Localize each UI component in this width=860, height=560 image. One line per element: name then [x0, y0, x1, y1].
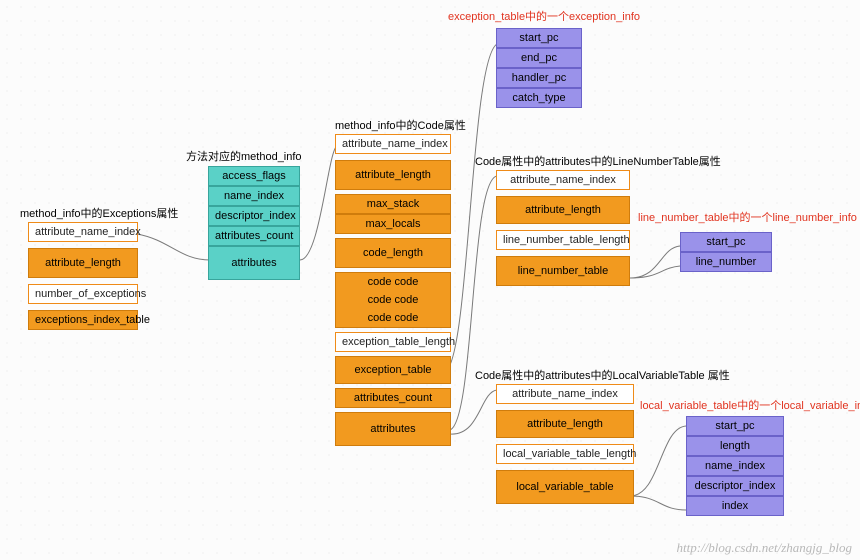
exceptions-attr-length: attribute_length [28, 248, 138, 278]
exception-info-start-pc: start_pc [496, 28, 582, 48]
exceptions-number-of-exceptions: number_of_exceptions [28, 284, 138, 304]
code-max-stack: max_stack [335, 194, 451, 214]
code-bytes-3: code code [335, 309, 451, 328]
code-exception-table: exception_table [335, 356, 451, 384]
code-attr-length: attribute_length [335, 160, 451, 190]
method-info-descriptor-index: descriptor_index [208, 206, 300, 226]
lnt-attr-name-index: attribute_name_index [496, 170, 630, 190]
block-lnt: attribute_name_index attribute_length li… [496, 170, 630, 286]
method-info-name-index: name_index [208, 186, 300, 206]
exception-info-handler-pc: handler_pc [496, 68, 582, 88]
lv-info-length: length [686, 436, 784, 456]
line-number-info-start-pc: start_pc [680, 232, 772, 252]
block-method-info: access_flags name_index descriptor_index… [208, 166, 300, 280]
exceptions-index-table: exceptions_index_table [28, 310, 138, 330]
block-local-variable-info: start_pc length name_index descriptor_in… [686, 416, 784, 516]
title-lnt: Code属性中的attributes中的LineNumberTable属性 [475, 153, 721, 169]
code-exception-table-length: exception_table_length [335, 332, 451, 352]
block-exceptions-attr: attribute_name_index attribute_length nu… [28, 222, 138, 330]
title-local-variable-info: local_variable_table中的一个local_variable_i… [640, 397, 860, 413]
lvt-table: local_variable_table [496, 470, 634, 504]
title-code-attr: method_info中的Code属性 [335, 117, 466, 133]
code-attr-name-index: attribute_name_index [335, 134, 451, 154]
method-info-access-flags: access_flags [208, 166, 300, 186]
lv-info-name-index: name_index [686, 456, 784, 476]
lv-info-start-pc: start_pc [686, 416, 784, 436]
block-line-number-info: start_pc line_number [680, 232, 772, 272]
lv-info-index: index [686, 496, 784, 516]
code-max-locals: max_locals [335, 214, 451, 234]
title-lvt: Code属性中的attributes中的LocalVariableTable 属… [475, 367, 730, 383]
exceptions-attr-name-index: attribute_name_index [28, 222, 138, 242]
block-code-attr: attribute_name_index attribute_length ma… [335, 134, 451, 446]
title-exception-info: exception_table中的一个exception_info [448, 8, 640, 24]
code-attributes-count: attributes_count [335, 388, 451, 408]
lv-info-descriptor-index: descriptor_index [686, 476, 784, 496]
lvt-length: local_variable_table_length [496, 444, 634, 464]
code-length: code_length [335, 238, 451, 268]
lnt-length: line_number_table_length [496, 230, 630, 250]
lvt-attr-length: attribute_length [496, 410, 634, 438]
exception-info-end-pc: end_pc [496, 48, 582, 68]
exception-info-catch-type: catch_type [496, 88, 582, 108]
method-info-attributes-count: attributes_count [208, 226, 300, 246]
block-lvt: attribute_name_index attribute_length lo… [496, 384, 634, 504]
code-attributes: attributes [335, 412, 451, 446]
method-info-attributes: attributes [208, 246, 300, 280]
line-number-info-line-number: line_number [680, 252, 772, 272]
lnt-table: line_number_table [496, 256, 630, 286]
title-exceptions-attr: method_info中的Exceptions属性 [20, 205, 178, 221]
code-bytes-1: code code [335, 272, 451, 291]
watermark: http://blog.csdn.net/zhangjg_blog [677, 540, 853, 556]
lnt-attr-length: attribute_length [496, 196, 630, 224]
block-exception-info: start_pc end_pc handler_pc catch_type [496, 28, 582, 108]
code-bytes-2: code code [335, 291, 451, 309]
lvt-attr-name-index: attribute_name_index [496, 384, 634, 404]
title-line-number-info: line_number_table中的一个line_number_info [638, 209, 857, 225]
title-method-info: 方法对应的method_info [186, 148, 302, 164]
